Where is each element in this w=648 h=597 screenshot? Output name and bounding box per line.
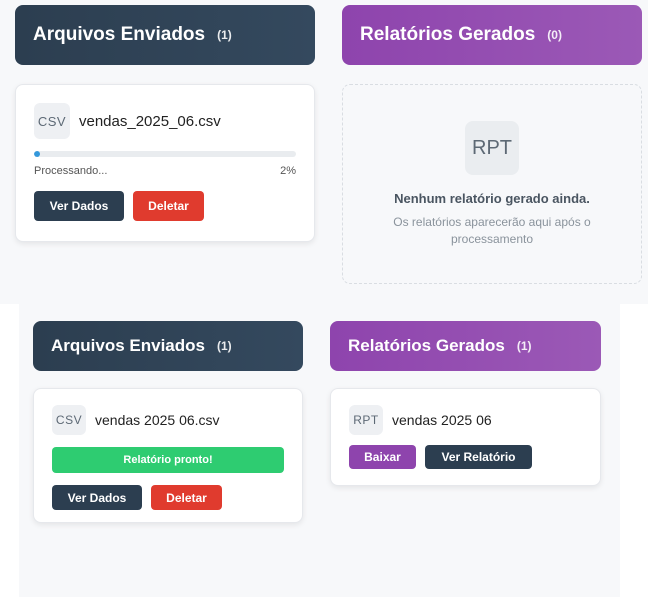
download-report-button[interactable]: Baixar [349,445,416,469]
file-card: CSV vendas_2025_06.csv Processando... 2%… [15,84,315,242]
delete-button[interactable]: Deletar [151,485,222,510]
reports-panel-header: Relatórios Gerados (1) [330,321,601,371]
file-info-row: CSV vendas 2025 06.csv [52,405,284,435]
progress-section: Processando... 2% [34,151,296,177]
reports-empty-state: RPT Nenhum relatório gerado ainda. Os re… [342,84,642,284]
view-report-button[interactable]: Ver Relatório [425,445,532,469]
empty-reports-subtitle: Os relatórios aparecerão aqui após o pro… [393,215,591,246]
view-data-button[interactable]: Ver Dados [52,485,142,510]
empty-reports-title: Nenhum relatório gerado ainda. [394,191,590,206]
files-panel-count: (1) [217,28,232,42]
files-panel-header: Arquivos Enviados (1) [33,321,303,371]
report-card: RPT vendas 2025 06 Baixar Ver Relatório [330,388,601,486]
file-name: vendas 2025 06.csv [95,412,220,428]
reports-panel-title: Relatórios Gerados [348,336,505,355]
files-panel-title: Arquivos Enviados [33,24,206,45]
progress-percent: 2% [280,165,296,177]
progress-fill [34,151,41,157]
file-actions: Ver Dados Deletar [34,191,296,221]
dashboard-completed-state: Arquivos Enviados (1) Relatórios Gerados… [19,304,620,597]
file-name: vendas_2025_06.csv [79,112,221,130]
report-info-row: RPT vendas 2025 06 [349,405,582,435]
reports-panel-title: Relatórios Gerados [360,24,536,45]
delete-button[interactable]: Deletar [133,191,204,221]
files-panel-title: Arquivos Enviados [51,336,205,355]
reports-panel-header: Relatórios Gerados (0) [342,5,642,65]
files-panel-header: Arquivos Enviados (1) [15,5,315,65]
file-actions: Ver Dados Deletar [52,485,284,510]
csv-file-icon: CSV [52,405,86,435]
file-info-row: CSV vendas_2025_06.csv [34,103,296,139]
dashboard-processing-state: Arquivos Enviados (1) Relatórios Gerados… [0,0,648,304]
report-actions: Baixar Ver Relatório [349,445,582,469]
view-data-button[interactable]: Ver Dados [34,191,124,221]
report-ready-banner: Relatório pronto! [52,447,284,473]
files-panel-count: (1) [216,339,232,353]
report-name: vendas 2025 06 [392,412,492,428]
progress-bar [34,151,296,157]
csv-file-icon: CSV [34,103,70,139]
report-file-icon: RPT [349,405,383,435]
progress-status-label: Processando... [34,165,108,177]
reports-panel-count: (0) [547,28,562,42]
report-placeholder-icon: RPT [465,121,519,175]
reports-panel-count: (1) [516,339,532,353]
file-card: CSV vendas 2025 06.csv Relatório pronto!… [33,388,303,523]
